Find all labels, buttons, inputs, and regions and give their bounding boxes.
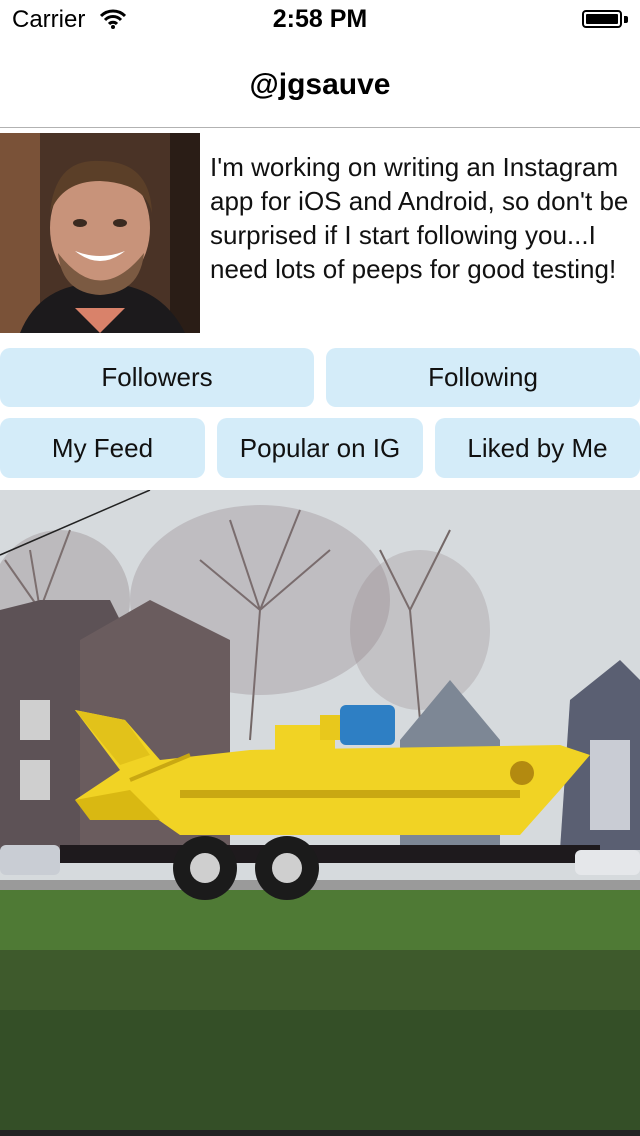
navigation-bar: @jgsauve xyxy=(0,40,640,128)
profile-bio: I'm working on writing an Instagram app … xyxy=(210,152,629,284)
status-bar: Carrier 2:58 PM xyxy=(0,0,640,40)
liked-by-me-button[interactable]: Liked by Me xyxy=(435,418,640,478)
followers-button[interactable]: Followers xyxy=(0,348,314,407)
status-time: 2:58 PM xyxy=(272,5,368,33)
bottom-edge xyxy=(0,1130,640,1136)
page-title: @jgsauve xyxy=(249,68,391,101)
my-feed-button[interactable]: My Feed xyxy=(0,418,205,478)
avatar xyxy=(0,133,200,333)
following-button[interactable]: Following xyxy=(326,348,640,407)
popular-on-ig-button[interactable]: Popular on IG xyxy=(217,418,423,478)
battery-icon xyxy=(582,10,628,30)
feed-photo[interactable] xyxy=(0,490,640,1130)
